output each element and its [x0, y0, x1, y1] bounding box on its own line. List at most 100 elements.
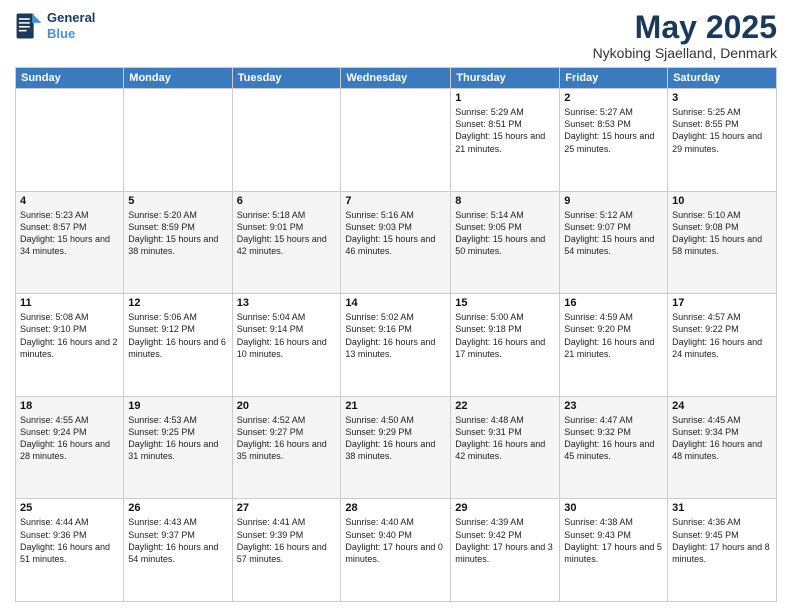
day-info: Sunrise: 4:53 AMSunset: 9:25 PMDaylight:…: [128, 414, 227, 463]
day-info: Sunrise: 4:36 AMSunset: 9:45 PMDaylight:…: [672, 516, 772, 565]
day-cell: 7 Sunrise: 5:16 AMSunset: 9:03 PMDaylight…: [341, 191, 451, 294]
day-cell: 18Sunrise: 4:55 AMSunset: 9:24 PMDayligh…: [16, 396, 124, 499]
day-cell: [232, 89, 341, 192]
calendar-body: 1 Sunrise: 5:29 AMSunset: 8:51 PMDaylight…: [16, 89, 777, 602]
day-info: Sunrise: 5:23 AMSunset: 8:57 PMDaylight:…: [20, 209, 119, 258]
day-number: 1: [455, 92, 555, 104]
day-cell: 15 Sunrise: 5:00 AMSunset: 9:18 PMDayligh…: [451, 294, 560, 397]
day-info: Sunrise: 5:00 AMSunset: 9:18 PMDaylight:…: [455, 311, 555, 360]
day-number: 29: [455, 502, 555, 514]
day-number: 23: [564, 400, 663, 412]
day-cell: 12 Sunrise: 5:06 AMSunset: 9:12 PMDayligh…: [124, 294, 232, 397]
day-info: Sunrise: 4:38 AMSunset: 9:43 PMDaylight:…: [564, 516, 663, 565]
logo-line2: Blue: [47, 26, 95, 42]
th-friday: Friday: [560, 68, 668, 89]
subtitle: Nykobing Sjaelland, Denmark: [593, 45, 777, 61]
day-cell: 20 Sunrise: 4:52 AMSunset: 9:27 PMDayligh…: [232, 396, 341, 499]
day-info: Sunrise: 5:08 AMSunset: 9:10 PMDaylight:…: [20, 311, 119, 360]
day-number: 11: [20, 297, 119, 309]
page: General Blue May 2025 Nykobing Sjaelland…: [0, 0, 792, 612]
week-row-3: 18Sunrise: 4:55 AMSunset: 9:24 PMDayligh…: [16, 396, 777, 499]
day-info: Sunrise: 5:25 AMSunset: 8:55 PMDaylight:…: [672, 106, 772, 155]
logo-text: General Blue: [47, 10, 95, 41]
th-thursday: Thursday: [451, 68, 560, 89]
main-title: May 2025: [593, 10, 777, 45]
day-cell: 10Sunrise: 5:10 AMSunset: 9:08 PMDayligh…: [668, 191, 777, 294]
day-info: Sunrise: 4:48 AMSunset: 9:31 PMDaylight:…: [455, 414, 555, 463]
day-info: Sunrise: 4:45 AMSunset: 9:34 PMDaylight:…: [672, 414, 772, 463]
day-number: 18: [20, 400, 119, 412]
day-number: 24: [672, 400, 772, 412]
day-number: 30: [564, 502, 663, 514]
day-cell: 2 Sunrise: 5:27 AMSunset: 8:53 PMDaylight…: [560, 89, 668, 192]
day-cell: 24 Sunrise: 4:45 AMSunset: 9:34 PMDayligh…: [668, 396, 777, 499]
day-number: 28: [345, 502, 446, 514]
day-cell: 22 Sunrise: 4:48 AMSunset: 9:31 PMDayligh…: [451, 396, 560, 499]
day-cell: 1 Sunrise: 5:29 AMSunset: 8:51 PMDaylight…: [451, 89, 560, 192]
day-number: 7: [345, 195, 446, 207]
day-number: 17: [672, 297, 772, 309]
day-info: Sunrise: 5:04 AMSunset: 9:14 PMDaylight:…: [237, 311, 337, 360]
day-cell: 25 Sunrise: 4:44 AMSunset: 9:36 PMDayligh…: [16, 499, 124, 602]
day-info: Sunrise: 4:44 AMSunset: 9:36 PMDaylight:…: [20, 516, 119, 565]
day-cell: 6Sunrise: 5:18 AMSunset: 9:01 PMDaylight…: [232, 191, 341, 294]
day-info: Sunrise: 5:16 AMSunset: 9:03 PMDaylight:…: [345, 209, 446, 258]
day-info: Sunrise: 4:59 AMSunset: 9:20 PMDaylight:…: [564, 311, 663, 360]
day-info: Sunrise: 5:02 AMSunset: 9:16 PMDaylight:…: [345, 311, 446, 360]
day-number: 3: [672, 92, 772, 104]
day-number: 20: [237, 400, 337, 412]
day-cell: 29 Sunrise: 4:39 AMSunset: 9:42 PMDayligh…: [451, 499, 560, 602]
title-section: May 2025 Nykobing Sjaelland, Denmark: [593, 10, 777, 61]
day-info: Sunrise: 4:52 AMSunset: 9:27 PMDaylight:…: [237, 414, 337, 463]
day-cell: 31Sunrise: 4:36 AMSunset: 9:45 PMDayligh…: [668, 499, 777, 602]
header-row: Sunday Monday Tuesday Wednesday Thursday…: [16, 68, 777, 89]
day-cell: 3 Sunrise: 5:25 AMSunset: 8:55 PMDaylight…: [668, 89, 777, 192]
day-cell: 11 Sunrise: 5:08 AMSunset: 9:10 PMDayligh…: [16, 294, 124, 397]
day-number: 2: [564, 92, 663, 104]
day-cell: 21 Sunrise: 4:50 AMSunset: 9:29 PMDayligh…: [341, 396, 451, 499]
th-saturday: Saturday: [668, 68, 777, 89]
day-cell: 8 Sunrise: 5:14 AMSunset: 9:05 PMDaylight…: [451, 191, 560, 294]
logo: General Blue: [15, 10, 95, 41]
day-cell: 28Sunrise: 4:40 AMSunset: 9:40 PMDayligh…: [341, 499, 451, 602]
day-cell: 14 Sunrise: 5:02 AMSunset: 9:16 PMDayligh…: [341, 294, 451, 397]
day-info: Sunrise: 5:06 AMSunset: 9:12 PMDaylight:…: [128, 311, 227, 360]
day-number: 14: [345, 297, 446, 309]
day-info: Sunrise: 4:39 AMSunset: 9:42 PMDaylight:…: [455, 516, 555, 565]
header: General Blue May 2025 Nykobing Sjaelland…: [15, 10, 777, 61]
th-wednesday: Wednesday: [341, 68, 451, 89]
day-cell: 23 Sunrise: 4:47 AMSunset: 9:32 PMDayligh…: [560, 396, 668, 499]
day-number: 5: [128, 195, 227, 207]
day-cell: 30 Sunrise: 4:38 AMSunset: 9:43 PMDayligh…: [560, 499, 668, 602]
day-cell: [341, 89, 451, 192]
day-info: Sunrise: 4:50 AMSunset: 9:29 PMDaylight:…: [345, 414, 446, 463]
day-info: Sunrise: 4:47 AMSunset: 9:32 PMDaylight:…: [564, 414, 663, 463]
week-row-2: 11 Sunrise: 5:08 AMSunset: 9:10 PMDayligh…: [16, 294, 777, 397]
day-cell: 4Sunrise: 5:23 AMSunset: 8:57 PMDaylight…: [16, 191, 124, 294]
day-number: 8: [455, 195, 555, 207]
logo-icon: [15, 12, 43, 40]
day-number: 13: [237, 297, 337, 309]
day-number: 22: [455, 400, 555, 412]
day-number: 25: [20, 502, 119, 514]
th-sunday: Sunday: [16, 68, 124, 89]
week-row-1: 4Sunrise: 5:23 AMSunset: 8:57 PMDaylight…: [16, 191, 777, 294]
day-number: 6: [237, 195, 337, 207]
day-cell: 9Sunrise: 5:12 AMSunset: 9:07 PMDaylight…: [560, 191, 668, 294]
day-number: 12: [128, 297, 227, 309]
th-monday: Monday: [124, 68, 232, 89]
day-number: 26: [128, 502, 227, 514]
day-info: Sunrise: 5:12 AMSunset: 9:07 PMDaylight:…: [564, 209, 663, 258]
logo-line1: General: [47, 10, 95, 26]
week-row-4: 25 Sunrise: 4:44 AMSunset: 9:36 PMDayligh…: [16, 499, 777, 602]
day-cell: [124, 89, 232, 192]
th-tuesday: Tuesday: [232, 68, 341, 89]
day-info: Sunrise: 5:29 AMSunset: 8:51 PMDaylight:…: [455, 106, 555, 155]
day-info: Sunrise: 5:27 AMSunset: 8:53 PMDaylight:…: [564, 106, 663, 155]
day-number: 21: [345, 400, 446, 412]
day-info: Sunrise: 4:43 AMSunset: 9:37 PMDaylight:…: [128, 516, 227, 565]
day-number: 16: [564, 297, 663, 309]
day-info: Sunrise: 5:14 AMSunset: 9:05 PMDaylight:…: [455, 209, 555, 258]
day-number: 15: [455, 297, 555, 309]
day-cell: 26 Sunrise: 4:43 AMSunset: 9:37 PMDayligh…: [124, 499, 232, 602]
